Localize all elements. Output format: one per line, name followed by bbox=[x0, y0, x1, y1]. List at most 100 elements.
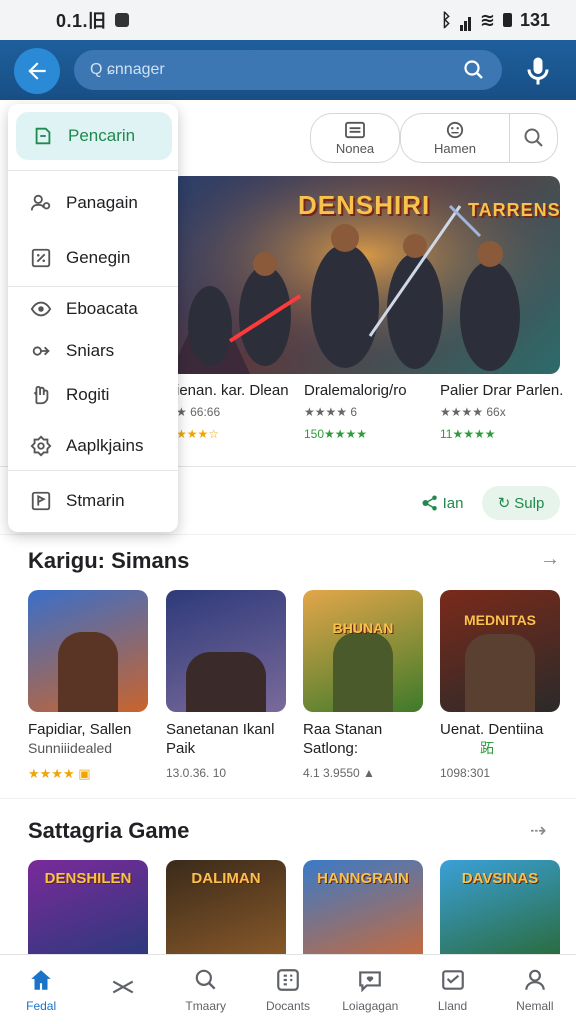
nav-item-inbox[interactable]: Lland bbox=[411, 955, 493, 1024]
game-sub: 跖 bbox=[480, 740, 494, 756]
menu-item-panagain[interactable]: Panagain bbox=[8, 181, 178, 225]
rating: ★★★★ ▣ bbox=[28, 766, 91, 781]
menu-label: Aaplkjains bbox=[66, 436, 144, 455]
chip-hamen[interactable]: Hamen bbox=[400, 113, 510, 163]
back-button[interactable] bbox=[14, 48, 60, 94]
nav-label: Tmaary bbox=[185, 998, 227, 1013]
menu-item-aaplkjains[interactable]: Aaplkjains bbox=[8, 424, 178, 468]
flag-icon bbox=[31, 491, 51, 511]
apps-icon bbox=[277, 968, 299, 991]
game-meta: 4.1 3.9550 ▲ bbox=[303, 766, 375, 780]
game-tile[interactable]: HANNGRAIN bbox=[303, 860, 423, 960]
menu-item-sniars[interactable]: Sniars bbox=[8, 329, 178, 373]
status-right-text: 131 bbox=[519, 9, 550, 30]
bluetooth-icon: ᛒ bbox=[441, 9, 452, 30]
settings-icon bbox=[30, 435, 52, 457]
tile-figure bbox=[186, 652, 266, 712]
search-icon bbox=[195, 969, 216, 990]
rating: ★★★☆ bbox=[176, 427, 220, 441]
menu-item-genegin[interactable]: Genegin bbox=[8, 236, 178, 280]
search-placeholder: Q ɕnnager bbox=[90, 61, 165, 78]
wifi-icon: ≋ bbox=[479, 9, 495, 30]
nav-item-profile[interactable]: Nemall bbox=[494, 955, 576, 1024]
tile-figure bbox=[333, 632, 393, 712]
game-card[interactable]: Fapidiar, Sallen Sunniiidealed ★★★★ ▣ bbox=[28, 720, 158, 783]
game-name: Palier Drar Parlen. bbox=[440, 382, 564, 399]
people-icon bbox=[30, 194, 51, 211]
chip-search-button[interactable] bbox=[510, 113, 558, 163]
game-meta: 13.0.36. 10 bbox=[166, 766, 227, 780]
game-tile[interactable] bbox=[28, 590, 148, 712]
game-card[interactable]: Uenat. Dentiina 跖 1098:301 bbox=[440, 720, 570, 783]
divider bbox=[0, 798, 576, 799]
signal-icon bbox=[459, 10, 472, 31]
arrow-right-icon[interactable]: → bbox=[540, 548, 560, 571]
notification-icon bbox=[114, 13, 129, 27]
menu-item-eboacata[interactable]: Eboacata bbox=[8, 287, 178, 331]
arrow-right-icon[interactable]: ⇢ bbox=[530, 818, 547, 843]
game-card[interactable]: Sanetanan Ikanl Paik 13.0.36. 10 bbox=[166, 720, 296, 783]
chip-nonea[interactable]: Nonea bbox=[310, 113, 400, 163]
menu-label: Pencarin bbox=[68, 126, 136, 145]
game-card[interactable]: Raa Stanan Satlong: 4.1 3.9550 ▲ bbox=[303, 720, 433, 783]
share-icon bbox=[32, 346, 50, 356]
menu-item-rogiti[interactable]: Rogiti bbox=[8, 373, 178, 417]
share-icon bbox=[422, 495, 437, 511]
divider bbox=[0, 534, 576, 535]
game-name: ienan. kar. Dlean bbox=[176, 382, 289, 399]
person-icon bbox=[525, 969, 545, 990]
nav-item-social[interactable]: Loiagagan bbox=[329, 955, 411, 1024]
pill-sulp[interactable]: ↻ Sulp bbox=[482, 486, 560, 520]
percent-icon bbox=[31, 248, 51, 268]
game-name: Fapidiar, Sallen bbox=[28, 721, 132, 738]
game-tile[interactable]: DALIMAN bbox=[166, 860, 286, 960]
pill-ian[interactable]: Ian bbox=[418, 486, 466, 520]
menu-label: Genegin bbox=[66, 248, 131, 267]
game-name: Raa Stanan Satlong: bbox=[303, 721, 383, 757]
nav-item-search[interactable]: Tmaary bbox=[165, 955, 247, 1024]
tile-figure bbox=[58, 632, 118, 712]
doc-icon bbox=[35, 127, 51, 145]
game-tile[interactable]: DAVSINAS bbox=[440, 860, 560, 960]
chip-label: Hamen bbox=[434, 140, 476, 156]
featured-card[interactable]: Palier Drar Parlen. ★★★★ 66x 11★★★★ bbox=[440, 382, 570, 441]
tile-title: DALIMAN bbox=[191, 870, 261, 887]
featured-card[interactable]: Dralemalorig/ro ★★★★ 6 150★★★★ bbox=[304, 382, 434, 441]
nav-item-home[interactable]: Fedal bbox=[0, 955, 82, 1024]
menu-label: Panagain bbox=[66, 193, 138, 212]
chip-label: Nonea bbox=[335, 140, 375, 156]
nav-item-apps[interactable]: Docants bbox=[247, 955, 329, 1024]
game-sub: ★★★★ 66x bbox=[440, 405, 506, 419]
featured-card[interactable]: ienan. kar. Dlean ★ 66:66 ★★★☆ bbox=[176, 382, 306, 441]
tile-title: DENSHILEN bbox=[44, 870, 132, 887]
game-tile[interactable] bbox=[166, 590, 286, 712]
nav-item-games[interactable] bbox=[82, 955, 164, 1024]
list-icon bbox=[345, 121, 365, 138]
hero-banner[interactable]: DENSHIRI TARRENS bbox=[170, 176, 560, 374]
menu-label: Sniars bbox=[66, 341, 115, 360]
face-icon bbox=[446, 121, 464, 138]
game-sub: ★ 66:66 bbox=[176, 405, 221, 419]
search-input[interactable]: Q ɕnnager bbox=[74, 50, 502, 90]
search-icon[interactable] bbox=[462, 58, 486, 82]
menu-item-pencarin[interactable]: Pencarin bbox=[16, 112, 172, 160]
status-time: 0.1.旧 bbox=[56, 11, 107, 31]
game-tile[interactable]: MEDNITAS bbox=[440, 590, 560, 712]
game-name: Uenat. Dentiina bbox=[440, 721, 544, 738]
rating: 11★★★★ bbox=[440, 427, 496, 441]
battery-icon bbox=[502, 13, 512, 27]
hand-icon bbox=[33, 385, 49, 405]
nav-label: Loiagagan bbox=[342, 998, 399, 1013]
menu-label: Rogiti bbox=[66, 385, 110, 404]
tile-title: BHUNAN bbox=[332, 620, 394, 636]
recycle-icon: ↻ bbox=[497, 495, 511, 512]
game-tile[interactable]: DENSHILEN bbox=[28, 860, 148, 960]
menu-item-stmarin[interactable]: Stmarin bbox=[8, 479, 178, 523]
mic-icon[interactable] bbox=[520, 53, 556, 89]
arrow-left-icon bbox=[28, 62, 46, 80]
menu-divider bbox=[8, 170, 178, 171]
inbox-icon bbox=[441, 969, 464, 990]
games-icon bbox=[113, 980, 134, 993]
bottom-nav: Fedal Tmaary Docants Loiagagan Lland Nem… bbox=[0, 954, 576, 1024]
game-tile[interactable]: BHUNAN bbox=[303, 590, 423, 712]
